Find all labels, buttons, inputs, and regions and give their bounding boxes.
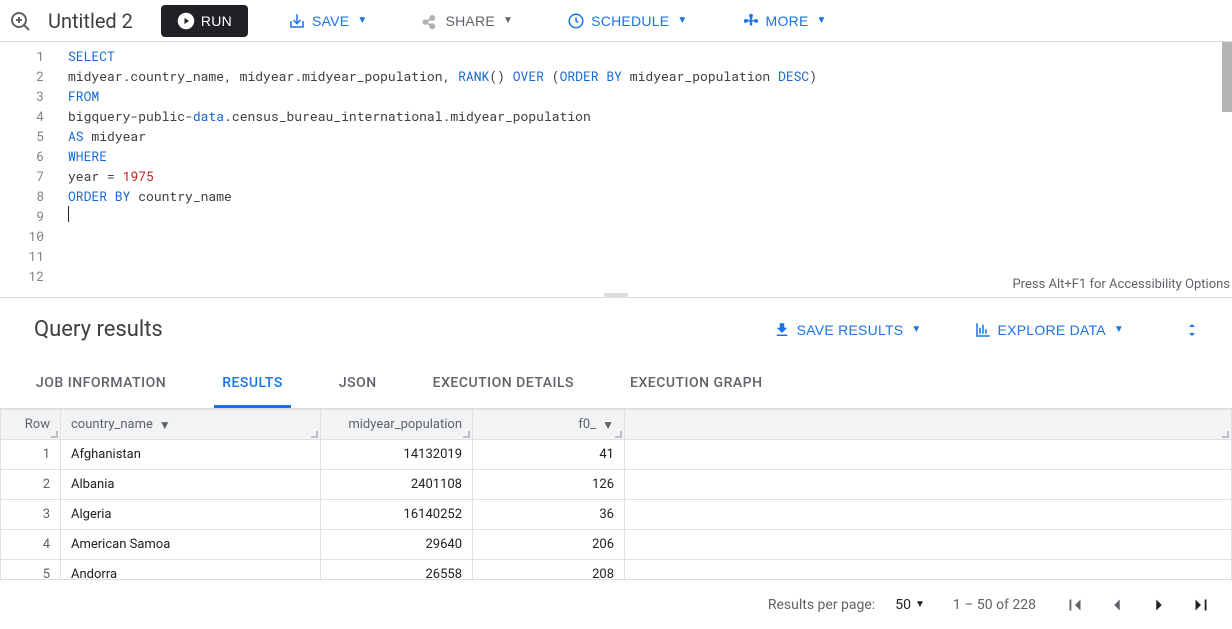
prev-page-icon[interactable]: [1106, 594, 1128, 616]
table-row[interactable]: 4American Samoa29640206: [1, 530, 1232, 560]
sql-editor[interactable]: 123456789101112 SELECTmidyear.country_na…: [0, 42, 1232, 297]
more-button[interactable]: MORE ▼: [728, 6, 841, 36]
col-country_name[interactable]: country_name▼: [61, 410, 321, 440]
per-page-select[interactable]: 50 ▼: [895, 597, 925, 613]
col-rest[interactable]: [625, 410, 1232, 440]
code-content[interactable]: SELECTmidyear.country_name, midyear.midy…: [60, 42, 1232, 297]
editor-resize-handle[interactable]: [604, 293, 628, 297]
results-header: Query results SAVE RESULTS ▼ EXPLORE DAT…: [0, 297, 1232, 361]
save-results-button[interactable]: SAVE RESULTS ▼: [759, 315, 936, 345]
table-row[interactable]: 2Albania2401108126: [1, 470, 1232, 500]
run-button[interactable]: RUN: [161, 5, 248, 37]
table-row[interactable]: 1Afghanistan1413201941: [1, 440, 1232, 470]
explore-data-button[interactable]: EXPLORE DATA ▼: [960, 315, 1138, 345]
sort-icon: ▼: [602, 418, 614, 432]
chevron-down-icon: ▼: [1114, 324, 1124, 335]
tab-results[interactable]: RESULTS: [214, 361, 291, 408]
tab-json[interactable]: JSON: [331, 361, 385, 408]
col-f0_[interactable]: f0_▼: [473, 410, 625, 440]
results-tabs: JOB INFORMATION RESULTS JSON EXECUTION DETA…: [0, 361, 1232, 409]
first-page-icon[interactable]: [1064, 594, 1086, 616]
tab-execution-graph[interactable]: EXECUTION GRAPH: [622, 361, 771, 408]
chevron-down-icon: ▼: [503, 15, 513, 26]
query-icon: [8, 9, 32, 33]
pagination-footer: Results per page: 50 ▼ 1 – 50 of 228: [0, 579, 1232, 629]
chevron-down-icon: ▼: [817, 15, 827, 26]
last-page-icon[interactable]: [1190, 594, 1212, 616]
results-title: Query results: [34, 317, 759, 342]
expand-icon[interactable]: [1180, 318, 1204, 342]
results-table-area: Rowcountry_name▼midyear_populationf0_▼ 1…: [0, 409, 1232, 579]
line-gutter: 123456789101112: [0, 42, 60, 297]
schedule-button[interactable]: SCHEDULE ▼: [553, 6, 701, 36]
editor-scrollbar[interactable]: [1222, 42, 1232, 279]
col-Row[interactable]: Row: [1, 410, 61, 440]
per-page-label: Results per page:: [768, 597, 875, 613]
tab-title: Untitled 2: [44, 9, 133, 33]
col-midyear_population[interactable]: midyear_population: [321, 410, 473, 440]
cursor: [68, 206, 69, 222]
chevron-down-icon: ▼: [677, 15, 687, 26]
sort-icon: ▼: [159, 418, 171, 432]
chevron-down-icon: ▼: [915, 599, 925, 610]
table-row[interactable]: 5Andorra26558208: [1, 560, 1232, 580]
accessibility-hint: Press Alt+F1 for Accessibility Options: [1012, 275, 1230, 295]
results-table: Rowcountry_name▼midyear_populationf0_▼ 1…: [0, 409, 1232, 579]
chevron-down-icon: ▼: [357, 15, 367, 26]
save-button[interactable]: SAVE ▼: [274, 6, 381, 36]
tab-job-information[interactable]: JOB INFORMATION: [28, 361, 174, 408]
page-range: 1 – 50 of 228: [953, 597, 1036, 613]
editor-toolbar: Untitled 2 RUN SAVE ▼ SHARE ▼ SCHEDULE ▼…: [0, 0, 1232, 42]
tab-execution-details[interactable]: EXECUTION DETAILS: [425, 361, 582, 408]
chevron-down-icon: ▼: [911, 324, 921, 335]
share-button[interactable]: SHARE ▼: [407, 6, 527, 36]
table-row[interactable]: 3Algeria1614025236: [1, 500, 1232, 530]
next-page-icon[interactable]: [1148, 594, 1170, 616]
